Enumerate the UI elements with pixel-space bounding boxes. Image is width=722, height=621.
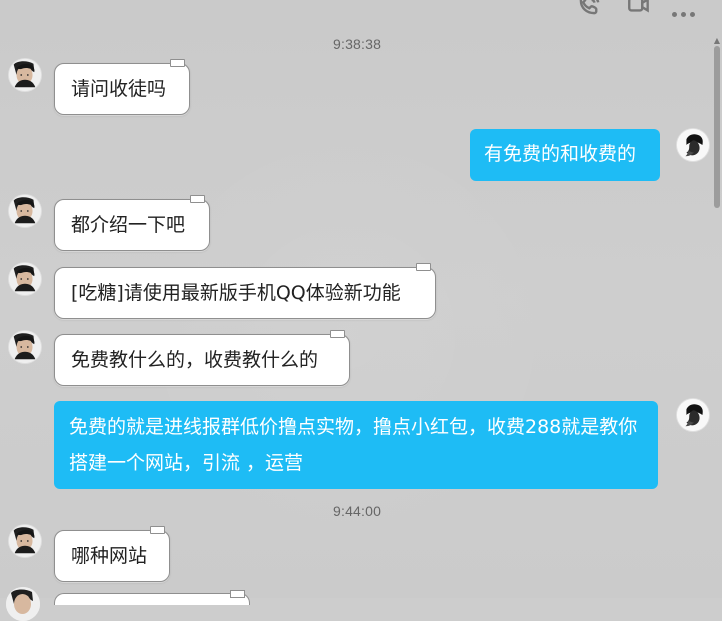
video-icon [628, 0, 649, 13]
user-avatar-icon [9, 195, 41, 227]
chat-header-actions [572, 0, 700, 22]
message-text: 免费的就是进线报群低价撸点实物，撸点小红包，收费288就是教你搭建一个网站，引流… [69, 416, 638, 474]
message-text: 请问收徒吗 [71, 78, 167, 100]
user-avatar[interactable] [8, 524, 42, 558]
user-avatar[interactable] [8, 330, 42, 364]
message-text: 免费教什么的，收费教什么的 [71, 349, 319, 371]
incoming-message[interactable]: 请问收徒吗 [54, 59, 190, 115]
user-avatar[interactable] [8, 194, 42, 228]
self-avatar[interactable] [676, 128, 710, 162]
user-avatar[interactable] [8, 262, 42, 296]
outgoing-message[interactable]: 有免费的和收费的 [470, 129, 660, 181]
chat-window: ▲ 9:38:38 请问收徒吗 有免费的和收费的 都介绍一下吧 [吃糖]请使用最… [0, 0, 722, 621]
scroll-thumb[interactable] [714, 46, 720, 208]
video-button[interactable] [622, 0, 656, 22]
incoming-message[interactable]: [吃糖]请使用最新版手机QQ体验新功能 [54, 263, 436, 319]
user-avatar-icon [9, 263, 41, 295]
timestamp: 9:38:38 [333, 36, 382, 52]
partial-message-tab [230, 590, 245, 598]
self-avatar-icon [677, 399, 709, 431]
phone-button[interactable] [572, 0, 606, 22]
incoming-message[interactable]: 免费教什么的，收费教什么的 [54, 330, 350, 386]
timestamp: 9:44:00 [333, 503, 382, 519]
message-text: [吃糖]请使用最新版手机QQ体验新功能 [71, 282, 401, 304]
vertical-scrollbar[interactable]: ▲ [712, 36, 722, 598]
message-text: 都介绍一下吧 [71, 214, 186, 236]
user-avatar-icon [6, 587, 40, 621]
more-icon [672, 11, 695, 17]
self-avatar-icon [677, 129, 709, 161]
scroll-up-icon[interactable]: ▲ [712, 36, 722, 46]
outgoing-message[interactable]: 免费的就是进线报群低价撸点实物，撸点小红包，收费288就是教你搭建一个网站，引流… [54, 401, 658, 489]
user-avatar-icon [9, 331, 41, 363]
phone-icon [579, 0, 600, 15]
self-avatar[interactable] [676, 398, 710, 432]
user-avatar-icon [9, 525, 41, 557]
message-text: 有免费的和收费的 [484, 143, 637, 165]
user-avatar-icon [9, 59, 41, 91]
incoming-message[interactable]: 都介绍一下吧 [54, 195, 210, 251]
partial-avatar [6, 587, 40, 621]
incoming-message[interactable]: 哪种网站 [54, 526, 170, 582]
more-button[interactable] [672, 0, 700, 22]
partial-message [54, 593, 250, 605]
message-text: 哪种网站 [71, 545, 148, 567]
user-avatar[interactable] [8, 58, 42, 92]
